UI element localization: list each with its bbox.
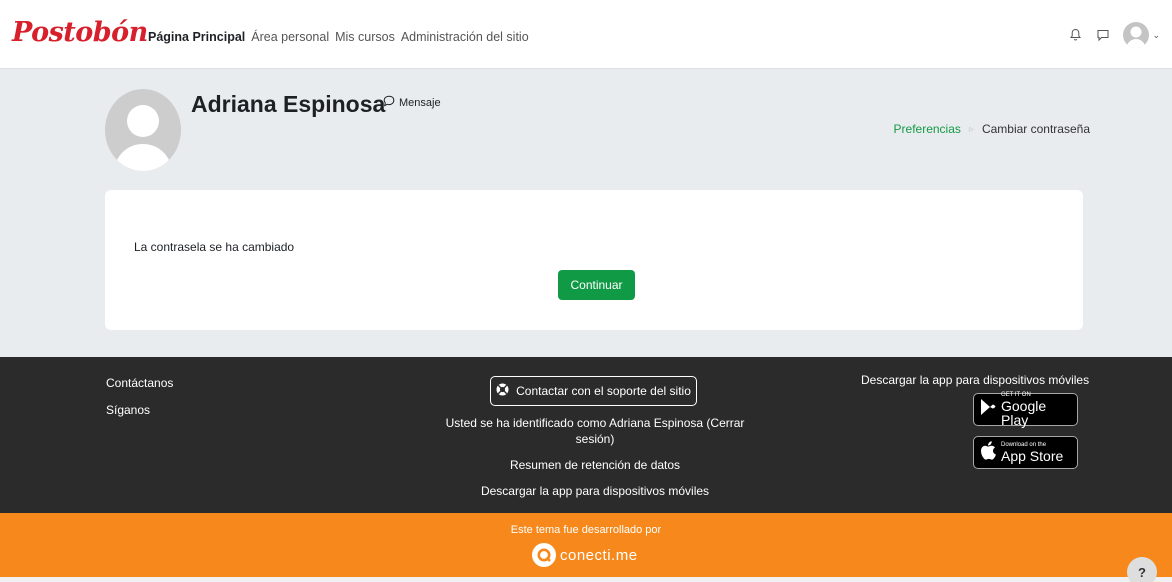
lifebuoy-icon — [496, 383, 509, 399]
site-logo[interactable]: Postobón — [12, 17, 148, 48]
apple-icon — [980, 440, 996, 465]
theme-credit-band: Este tema fue desarrollado por conecti.m… — [0, 513, 1172, 577]
nav-link-home[interactable]: Página Principal — [148, 30, 245, 44]
footer-left-links: Contáctanos Síganos — [106, 376, 173, 430]
footer-center-info: Usted se ha identificado como Adriana Es… — [440, 415, 750, 509]
bell-icon[interactable] — [1065, 25, 1085, 45]
message-label: Mensaje — [399, 96, 441, 109]
google-play-icon — [980, 398, 996, 421]
page-footer: Contáctanos Síganos Contactar con el sop… — [0, 357, 1172, 513]
bottom-strip — [0, 577, 1172, 582]
conectime-logo-word: conecti.me — [560, 546, 638, 564]
message-button[interactable]: Mensaje — [383, 95, 441, 110]
primary-nav: Página Principal Área personal Mis curso… — [148, 30, 535, 44]
breadcrumb-preferences[interactable]: Preferencias — [894, 122, 961, 136]
google-badge-big: Google Play — [1001, 398, 1047, 428]
contact-support-button[interactable]: Contactar con el soporte del sitio — [490, 376, 697, 406]
theme-credit-text: Este tema fue desarrollado por — [510, 524, 662, 536]
nav-link-site-admin[interactable]: Administración del sitio — [401, 30, 529, 44]
conectime-logo[interactable]: conecti.me — [532, 543, 638, 567]
breadcrumb-current: Cambiar contraseña — [981, 122, 1090, 136]
apple-badge-big: App Store — [1001, 448, 1064, 464]
follow-us-heading: Síganos — [106, 403, 151, 417]
data-retention-link[interactable]: Resumen de retención de datos — [440, 457, 750, 473]
chat-icon[interactable] — [1093, 25, 1113, 45]
continue-button[interactable]: Continuar — [558, 270, 635, 300]
nav-link-my-courses[interactable]: Mis cursos — [335, 30, 395, 44]
top-navbar: Postobón Página Principal Área personal … — [0, 0, 1172, 69]
breadcrumb: Preferencias ▹ Cambiar contraseña — [894, 122, 1090, 136]
main-content-card: La contrasela se ha cambiado Continuar — [105, 190, 1083, 330]
status-message: La contrasela se ha cambiado — [134, 240, 295, 254]
app-store-badge[interactable]: Download on the App Store — [973, 436, 1078, 469]
nav-link-dashboard[interactable]: Área personal — [251, 30, 329, 44]
page-header: Adriana Espinosa Mensaje Preferencias ▹ … — [0, 69, 1172, 189]
google-play-badge[interactable]: GET IT ON Google Play — [973, 392, 1078, 428]
download-app-title: Descargar la app para dispositivos móvil… — [861, 373, 1090, 387]
user-menu-area: ⌄ — [1057, 22, 1160, 48]
user-avatar-icon[interactable] — [1123, 22, 1150, 48]
download-app-link[interactable]: Descargar la app para dispositivos móvil… — [440, 483, 750, 499]
profile-avatar — [105, 89, 181, 171]
chevron-down-icon[interactable]: ⌄ — [1152, 30, 1160, 41]
help-button[interactable]: ? — [1127, 557, 1157, 582]
conectime-logo-icon — [532, 543, 556, 567]
breadcrumb-separator-icon: ▹ — [968, 123, 974, 135]
contact-support-label: Contactar con el soporte del sitio — [516, 384, 691, 398]
page-title: Adriana Espinosa — [191, 91, 386, 117]
message-bubble-icon — [383, 95, 395, 110]
logged-in-info[interactable]: Usted se ha identificado como Adriana Es… — [440, 415, 750, 447]
contact-us-heading: Contáctanos — [106, 376, 174, 390]
